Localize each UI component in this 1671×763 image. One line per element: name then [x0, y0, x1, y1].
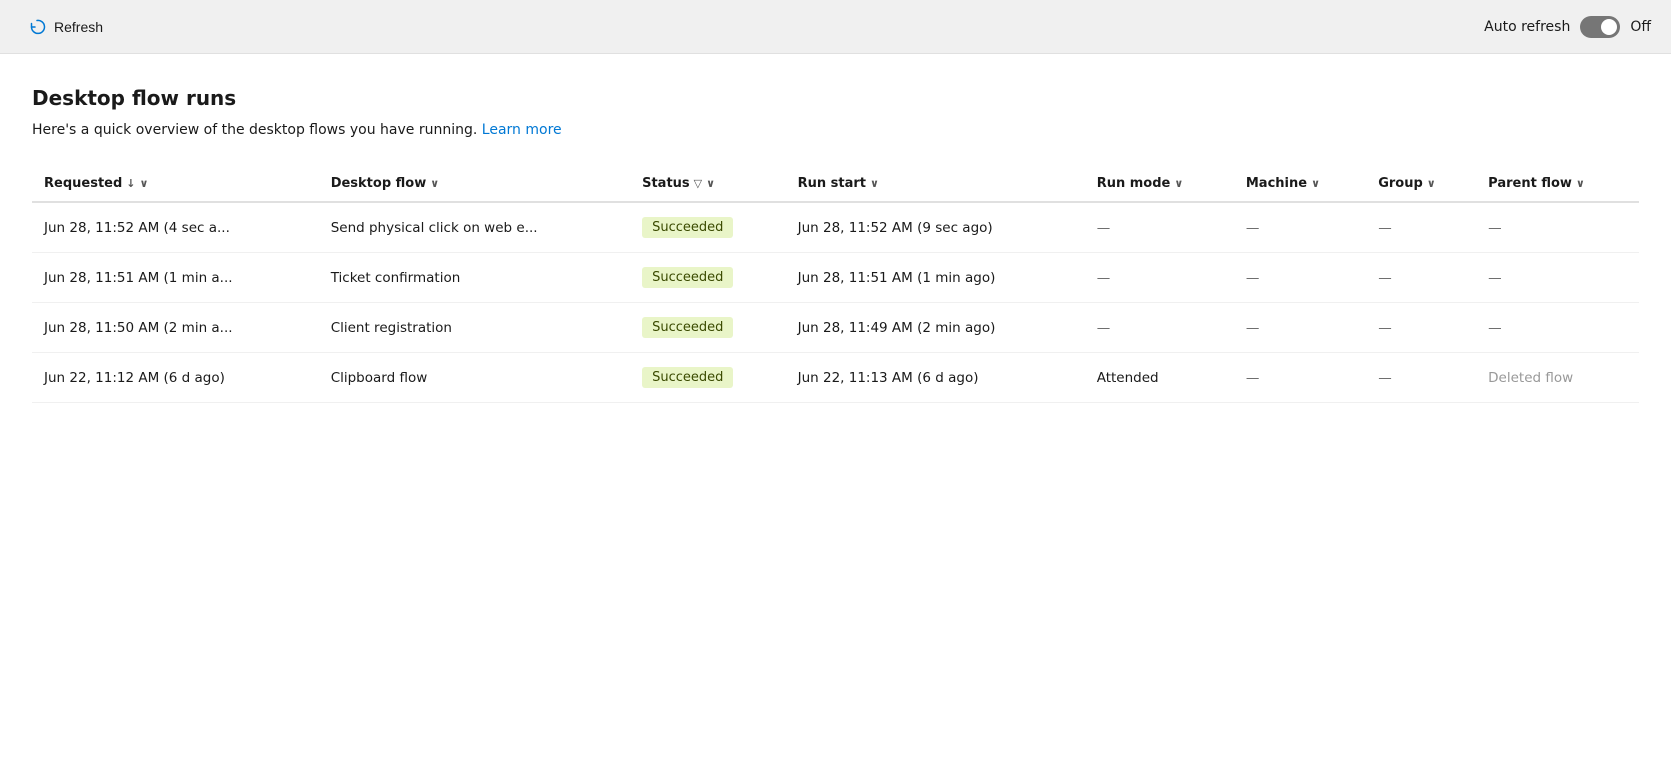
- refresh-label: Refresh: [54, 19, 103, 35]
- col-run-start[interactable]: Run start ∨: [786, 166, 1085, 202]
- chevron-down-icon-run-start: ∨: [870, 177, 879, 190]
- table-row[interactable]: Jun 22, 11:12 AM (6 d ago)Clipboard flow…: [32, 353, 1639, 403]
- col-parent-flow[interactable]: Parent flow ∨: [1476, 166, 1639, 202]
- sort-down-icon: ↓: [126, 177, 135, 190]
- cell-machine: —: [1234, 353, 1366, 403]
- cell-machine: —: [1234, 202, 1366, 253]
- col-machine[interactable]: Machine ∨: [1234, 166, 1366, 202]
- col-requested[interactable]: Requested ↓ ∨: [32, 166, 319, 202]
- cell-status: Succeeded: [630, 353, 786, 403]
- cell-desktop-flow: Send physical click on web e...: [319, 202, 630, 253]
- subtitle: Here's a quick overview of the desktop f…: [32, 122, 1639, 138]
- cell-group: —: [1366, 353, 1476, 403]
- cell-run-mode: —: [1085, 202, 1234, 253]
- col-desktop-flow[interactable]: Desktop flow ∨: [319, 166, 630, 202]
- cell-run-start: Jun 22, 11:13 AM (6 d ago): [786, 353, 1085, 403]
- chevron-down-icon-run-mode: ∨: [1174, 177, 1183, 190]
- cell-requested: Jun 22, 11:12 AM (6 d ago): [32, 353, 319, 403]
- chevron-down-icon-machine: ∨: [1311, 177, 1320, 190]
- chevron-down-icon-parent-flow: ∨: [1576, 177, 1585, 190]
- cell-parent-flow: —: [1476, 202, 1639, 253]
- cell-desktop-flow: Clipboard flow: [319, 353, 630, 403]
- cell-desktop-flow: Ticket confirmation: [319, 253, 630, 303]
- auto-refresh-toggle[interactable]: [1580, 16, 1620, 38]
- table-row[interactable]: Jun 28, 11:52 AM (4 sec a...Send physica…: [32, 202, 1639, 253]
- cell-run-mode: —: [1085, 303, 1234, 353]
- cell-machine: —: [1234, 303, 1366, 353]
- col-status[interactable]: Status ▽ ∨: [630, 166, 786, 202]
- toggle-state-label: Off: [1630, 19, 1651, 35]
- table-row[interactable]: Jun 28, 11:51 AM (1 min a...Ticket confi…: [32, 253, 1639, 303]
- filter-icon-status: ▽: [694, 177, 702, 190]
- chevron-down-icon-requested: ∨: [140, 177, 149, 190]
- cell-desktop-flow: Client registration: [319, 303, 630, 353]
- cell-requested: Jun 28, 11:50 AM (2 min a...: [32, 303, 319, 353]
- learn-more-link[interactable]: Learn more: [482, 122, 562, 138]
- cell-parent-flow: —: [1476, 303, 1639, 353]
- cell-status: Succeeded: [630, 253, 786, 303]
- status-badge: Succeeded: [642, 267, 733, 288]
- top-bar: Refresh Auto refresh Off: [0, 0, 1671, 54]
- cell-parent-flow: Deleted flow: [1476, 353, 1639, 403]
- table-row[interactable]: Jun 28, 11:50 AM (2 min a...Client regis…: [32, 303, 1639, 353]
- status-badge: Succeeded: [642, 317, 733, 338]
- chevron-down-icon-desktop-flow: ∨: [430, 177, 439, 190]
- cell-run-start: Jun 28, 11:49 AM (2 min ago): [786, 303, 1085, 353]
- cell-run-mode: Attended: [1085, 353, 1234, 403]
- auto-refresh-label: Auto refresh: [1484, 19, 1570, 35]
- status-badge: Succeeded: [642, 217, 733, 238]
- cell-machine: —: [1234, 253, 1366, 303]
- cell-group: —: [1366, 202, 1476, 253]
- auto-refresh-area: Auto refresh Off: [1484, 16, 1651, 38]
- refresh-button[interactable]: Refresh: [20, 14, 111, 40]
- col-run-mode[interactable]: Run mode ∨: [1085, 166, 1234, 202]
- status-badge: Succeeded: [642, 367, 733, 388]
- chevron-down-icon-group: ∨: [1427, 177, 1436, 190]
- subtitle-text: Here's a quick overview of the desktop f…: [32, 122, 477, 138]
- cell-requested: Jun 28, 11:51 AM (1 min a...: [32, 253, 319, 303]
- flow-runs-table: Requested ↓ ∨ Desktop flow ∨ Status ▽: [32, 166, 1639, 403]
- table-header-row: Requested ↓ ∨ Desktop flow ∨ Status ▽: [32, 166, 1639, 202]
- toggle-knob: [1601, 19, 1617, 35]
- refresh-icon: [28, 18, 46, 36]
- cell-group: —: [1366, 253, 1476, 303]
- cell-run-start: Jun 28, 11:52 AM (9 sec ago): [786, 202, 1085, 253]
- chevron-down-icon-status: ∨: [706, 177, 715, 190]
- cell-group: —: [1366, 303, 1476, 353]
- cell-status: Succeeded: [630, 303, 786, 353]
- cell-parent-flow: —: [1476, 253, 1639, 303]
- cell-status: Succeeded: [630, 202, 786, 253]
- page-title: Desktop flow runs: [32, 86, 1639, 110]
- cell-run-mode: —: [1085, 253, 1234, 303]
- col-group[interactable]: Group ∨: [1366, 166, 1476, 202]
- cell-run-start: Jun 28, 11:51 AM (1 min ago): [786, 253, 1085, 303]
- main-content: Desktop flow runs Here's a quick overvie…: [0, 54, 1671, 763]
- cell-requested: Jun 28, 11:52 AM (4 sec a...: [32, 202, 319, 253]
